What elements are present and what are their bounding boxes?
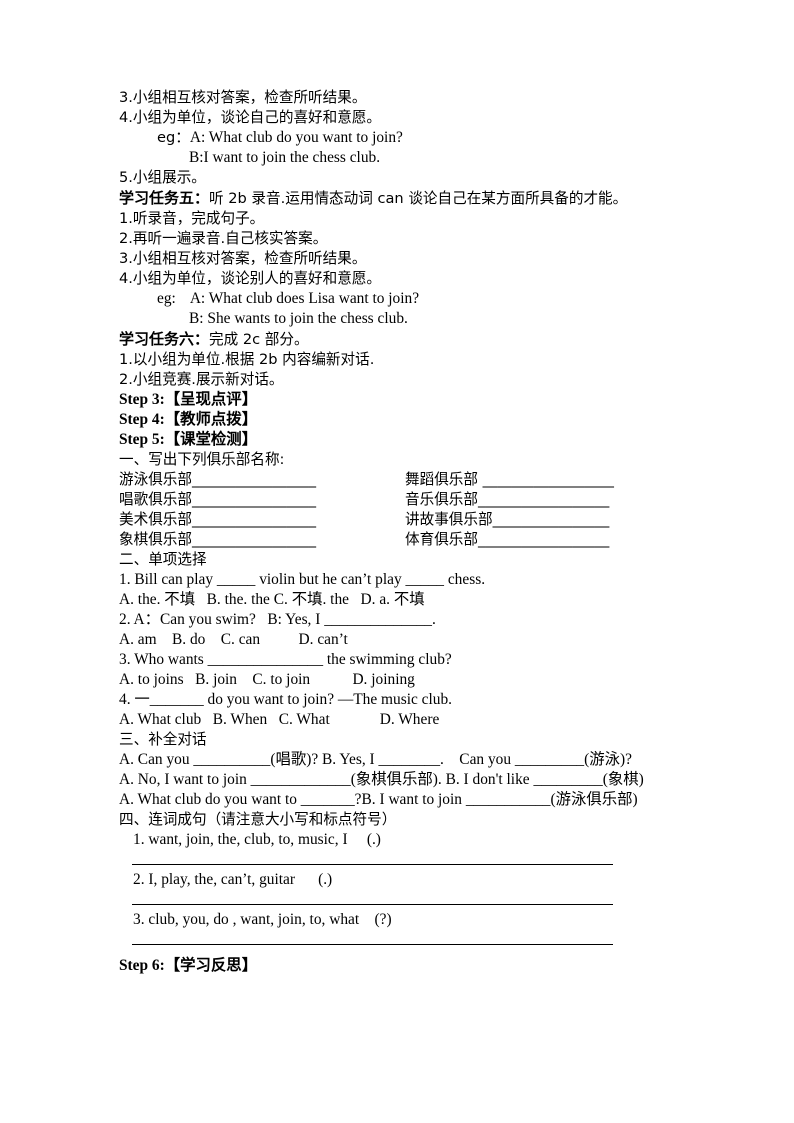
step-6-heading: Step 6:【学习反思】	[119, 957, 258, 974]
club-row: 唱歌俱乐部_________________ 音乐俱乐部____________…	[119, 490, 685, 510]
step-4-heading: Step 4:【教师点拨】	[119, 411, 258, 428]
club-right-label: 音乐俱乐部	[405, 491, 478, 508]
section-4-heading: 四、连词成句（请注意大小写和标点符号）	[119, 811, 397, 828]
eg-label-1: eg：	[157, 129, 190, 146]
question-3-stem: 3. Who wants _______________ the swimmin…	[119, 651, 452, 668]
sentence-order-item: 2. I, play, the, can’t, guitar (.)	[119, 870, 685, 910]
question-3-options[interactable]: A. to joins B. join C. to join D. joinin…	[119, 670, 685, 690]
club-right-cell: 舞蹈俱乐部 __________________	[405, 470, 614, 490]
club-right-blank[interactable]: __________________	[478, 491, 609, 508]
example-1-line-a: eg：A: What club do you want to join?	[119, 128, 685, 148]
task-five-body: 听 2b 录音.运用情态动词 can 谈论自己在某方面所具备的才能。	[209, 190, 628, 207]
answer-rule[interactable]	[132, 864, 613, 865]
club-left-cell: 象棋俱乐部_________________	[119, 530, 316, 550]
task-five-heading: 学习任务五：听 2b 录音.运用情态动词 can 谈论自己在某方面所具备的才能。	[119, 188, 685, 209]
club-right-blank[interactable]: __________________	[483, 471, 614, 488]
task-five-step-3: 3.小组相互核对答案，检查所听结果。	[119, 250, 367, 267]
task-five-step-4: 4.小组为单位，谈论别人的喜好和意愿。	[119, 270, 382, 287]
club-left-label: 美术俱乐部	[119, 511, 192, 528]
example-2-line-a: eg: A: What club does Lisa want to join?	[119, 289, 685, 309]
line-group-5: 5.小组展示。	[119, 169, 206, 186]
club-left-cell: 唱歌俱乐部_________________	[119, 490, 316, 510]
dialogue-line[interactable]: A. No, I want to join _____________(象棋俱乐…	[119, 770, 685, 790]
club-right-cell: 体育俱乐部__________________	[405, 530, 609, 550]
club-right-blank[interactable]: ________________	[493, 511, 610, 528]
task-six-step-1: 1.以小组为单位.根据 2b 内容编新对话.	[119, 351, 375, 368]
eg-label-2: eg:	[157, 290, 176, 307]
line-group-4: 4.小组为单位，谈论自己的喜好和意愿。	[119, 109, 382, 126]
club-row: 游泳俱乐部_________________ 舞蹈俱乐部 ___________…	[119, 470, 685, 490]
question-2-options[interactable]: A. am B. do C. can D. can’t	[119, 630, 685, 650]
club-right-label: 舞蹈俱乐部	[405, 471, 483, 488]
club-left-label: 唱歌俱乐部	[119, 491, 192, 508]
step-3-heading: Step 3:【呈现点评】	[119, 391, 258, 408]
sentence-order-text: 3. club, you, do , want, join, to, what …	[133, 911, 392, 928]
club-left-blank[interactable]: _________________	[192, 511, 316, 528]
club-left-cell: 美术俱乐部_________________	[119, 510, 316, 530]
section-3-heading: 三、补全对话	[119, 731, 207, 748]
club-left-cell: 游泳俱乐部_________________	[119, 470, 316, 490]
section-2-heading: 二、单项选择	[119, 551, 207, 568]
example-1-line-b: B:I want to join the chess club.	[189, 149, 381, 166]
question-1-stem: 1. Bill can play _____ violin but he can…	[119, 571, 486, 588]
task-five-step-2: 2.再听一遍录音.自己核实答案。	[119, 230, 328, 247]
step-5-heading: Step 5:【课堂检测】	[119, 431, 258, 448]
task-six-body: 完成 2c 部分。	[209, 331, 309, 348]
club-right-label: 讲故事俱乐部	[405, 511, 493, 528]
task-six-title: 学习任务六：	[119, 330, 210, 348]
club-row: 美术俱乐部_________________ 讲故事俱乐部___________…	[119, 510, 685, 530]
task-six-heading: 学习任务六：完成 2c 部分。	[119, 329, 685, 350]
sentence-order-item: 3. club, you, do , want, join, to, what …	[119, 910, 685, 950]
section-1-heading: 一、写出下列俱乐部名称:	[119, 451, 285, 468]
question-2-stem: 2. A：Can you swim? B: Yes, I ___________…	[119, 611, 436, 628]
answer-rule[interactable]	[132, 944, 613, 945]
club-row: 象棋俱乐部_________________ 体育俱乐部____________…	[119, 530, 685, 550]
task-five-title: 学习任务五：	[119, 189, 210, 207]
eg-2-a-text: A: What club does Lisa want to join?	[189, 290, 420, 307]
task-five-step-1: 1.听录音，完成句子。	[119, 210, 265, 227]
club-left-blank[interactable]: _________________	[192, 491, 316, 508]
sentence-order-text: 2. I, play, the, can’t, guitar (.)	[133, 871, 333, 888]
sentence-order-item: 1. want, join, the, club, to, music, I (…	[119, 830, 685, 870]
club-left-blank[interactable]: _________________	[192, 471, 316, 488]
club-right-cell: 讲故事俱乐部________________	[405, 510, 609, 530]
worksheet-page: 3.小组相互核对答案，检查所听结果。 4.小组为单位，谈论自己的喜好和意愿。 e…	[0, 0, 794, 1123]
question-4-stem: 4. 一_______ do you want to join? —The mu…	[119, 691, 452, 708]
club-right-cell: 音乐俱乐部__________________	[405, 490, 609, 510]
question-1-options[interactable]: A. the. 不填 B. the. the C. 不填. the D. a. …	[119, 590, 685, 610]
club-left-blank[interactable]: _________________	[192, 531, 316, 548]
club-right-blank[interactable]: __________________	[478, 531, 609, 548]
example-2-line-b: B: She wants to join the chess club.	[189, 310, 408, 327]
question-4-options[interactable]: A. What club B. When C. What D. Where	[119, 710, 685, 730]
eg-1-a-text: A: What club do you want to join?	[189, 129, 403, 146]
dialogue-line[interactable]: A. What club do you want to _______?B. I…	[119, 790, 685, 810]
club-left-label: 游泳俱乐部	[119, 471, 192, 488]
document-body: 3.小组相互核对答案，检查所听结果。 4.小组为单位，谈论自己的喜好和意愿。 e…	[119, 88, 685, 976]
club-right-label: 体育俱乐部	[405, 531, 478, 548]
answer-rule[interactable]	[132, 904, 613, 905]
line-group-3: 3.小组相互核对答案，检查所听结果。	[119, 89, 367, 106]
club-left-label: 象棋俱乐部	[119, 531, 192, 548]
sentence-order-text: 1. want, join, the, club, to, music, I (…	[133, 831, 381, 848]
dialogue-line[interactable]: A. Can you __________(唱歌)? B. Yes, I ___…	[119, 750, 685, 770]
task-six-step-2: 2.小组竞赛.展示新对话。	[119, 371, 284, 388]
